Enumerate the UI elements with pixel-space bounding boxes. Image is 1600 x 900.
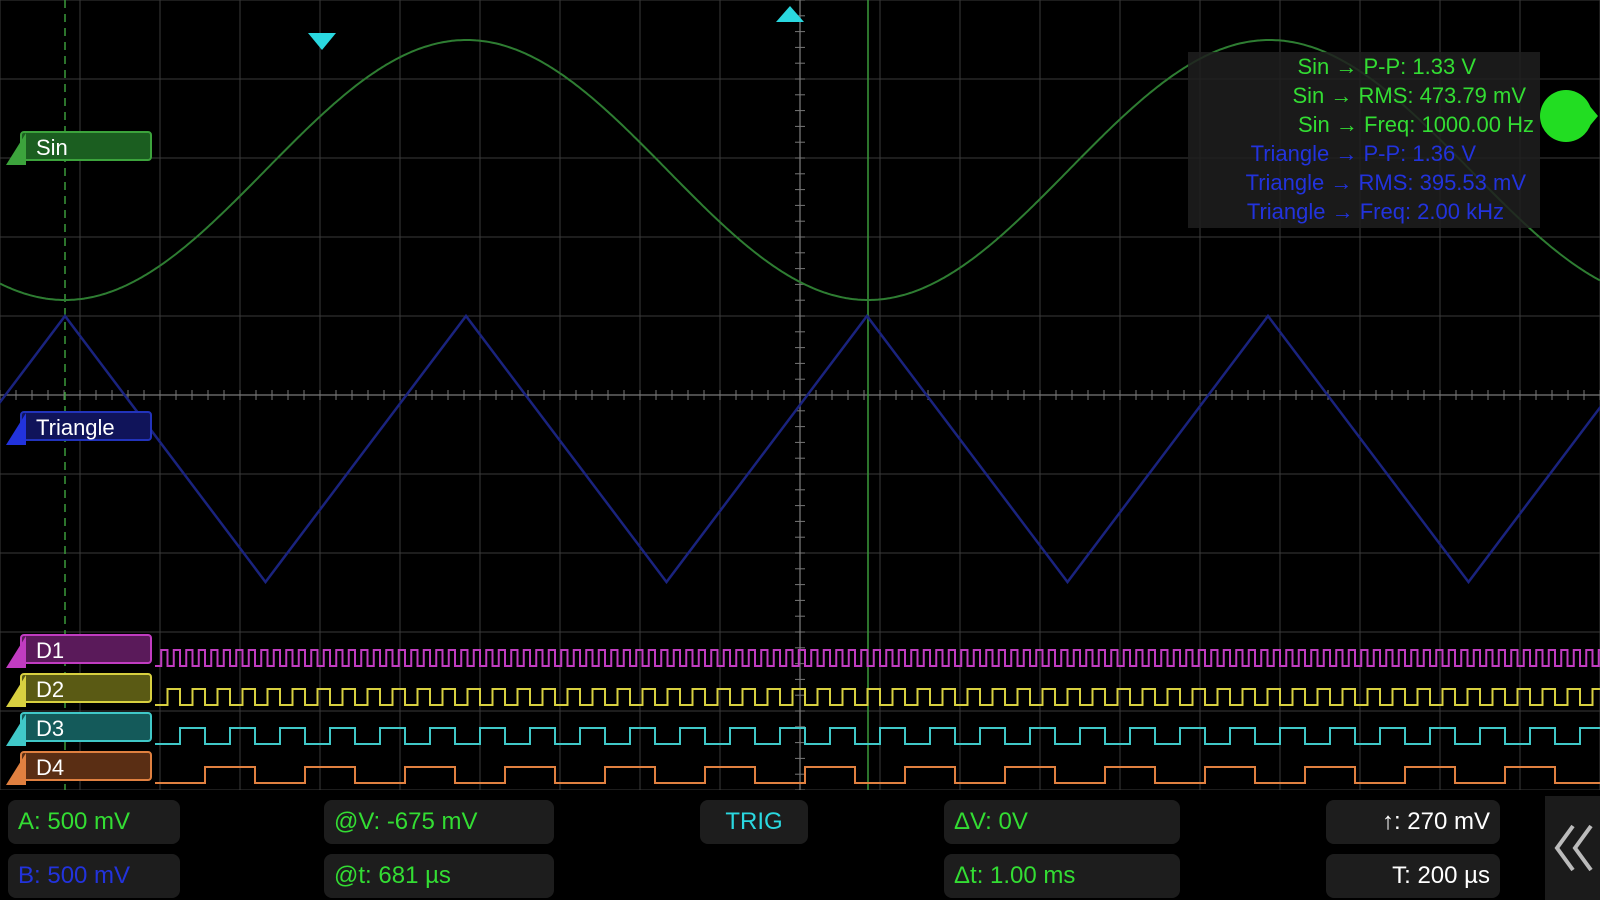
cursor-marker-down-icon[interactable] [308, 33, 336, 50]
timebase-text: T: 200 µs [1392, 862, 1490, 889]
channel-label-d2-text: D2 [36, 677, 65, 702]
channel-a-scale-text: A: 500 mV [18, 808, 131, 835]
measurement-triangle-pp: Triangle → P-P: 1.36 V [1250, 141, 1476, 166]
green-run-dot-icon[interactable] [1538, 88, 1598, 144]
measurement-sin-rms: Sin → RMS: 473.79 mV [1292, 83, 1526, 108]
d2-marker-icon [6, 675, 26, 707]
delta-voltage-text: ΔV: 0V [954, 808, 1028, 835]
measurement-sin-pp: Sin → P-P: 1.33 V [1297, 54, 1476, 79]
d4-digital-trace [155, 766, 1600, 784]
d1-digital-trace [155, 649, 1600, 667]
channel-label-triangle[interactable]: Triangle [20, 411, 152, 441]
channel-b-scale-text: B: 500 mV [18, 862, 131, 889]
d2-digital-trace [155, 688, 1600, 706]
trigger-level-text: ↑: 270 mV [1381, 808, 1490, 835]
cursor-voltage-readout[interactable]: @V: -675 mV [324, 800, 554, 844]
channel-label-d3[interactable]: D3 [20, 712, 152, 742]
triangle-channel-marker-icon[interactable] [4, 411, 28, 447]
channel-b-scale[interactable]: B: 500 mV [8, 854, 180, 898]
delta-time-text: Δt: 1.00 ms [954, 862, 1076, 889]
bottom-control-bar: A: 500 mV B: 500 mV @V: -675 mV @t: 681 … [0, 790, 1600, 900]
timebase-readout[interactable]: T: 200 µs [1326, 854, 1500, 898]
delta-voltage-readout[interactable]: ΔV: 0V [944, 800, 1180, 844]
channel-a-scale[interactable]: A: 500 mV [8, 800, 180, 844]
channel-label-triangle-text: Triangle [36, 415, 115, 440]
delta-time-readout[interactable]: Δt: 1.00 ms [944, 854, 1180, 898]
d1-marker-icon [6, 636, 26, 668]
channel-label-d1-text: D1 [36, 638, 65, 663]
measurement-sin-freq: Sin → Freq: 1000.00 Hz [1297, 112, 1534, 137]
channel-label-d2[interactable]: D2 [20, 673, 152, 703]
sin-channel-marker-icon[interactable] [4, 131, 28, 167]
channel-label-d4[interactable]: D4 [20, 751, 152, 781]
channel-label-sin-text: Sin [36, 135, 68, 160]
trig-button-label: TRIG [725, 808, 783, 835]
channel-label-d1[interactable]: D1 [20, 634, 152, 664]
channel-label-d3-text: D3 [36, 716, 65, 741]
d4-marker-icon [6, 753, 26, 785]
d3-digital-trace [155, 727, 1600, 745]
channel-label-sin[interactable]: Sin [20, 131, 152, 161]
trigger-level-readout[interactable]: ↑: 270 mV [1326, 800, 1500, 844]
measurement-triangle-rms: Triangle → RMS: 395.53 mV [1245, 170, 1526, 195]
d3-marker-icon [6, 714, 26, 746]
collapse-panel-button[interactable] [1545, 796, 1600, 900]
trig-button[interactable]: TRIG [700, 800, 808, 844]
measurement-panel: Sin → P-P: 1.33 V Sin → RMS: 473.79 mV S… [1188, 52, 1540, 228]
cursor-time-readout[interactable]: @t: 681 µs [324, 854, 554, 898]
cursor-voltage-text: @V: -675 mV [334, 808, 478, 835]
cursor-time-text: @t: 681 µs [334, 862, 451, 889]
channel-label-d4-text: D4 [36, 755, 65, 780]
double-chevron-left-icon [1554, 824, 1593, 872]
oscilloscope-display[interactable]: Sin Triangle D1 D2 D3 D4 Sin → P-P: 1.33… [0, 0, 1600, 791]
measurement-triangle-freq: Triangle → Freq: 2.00 kHz [1246, 199, 1504, 224]
